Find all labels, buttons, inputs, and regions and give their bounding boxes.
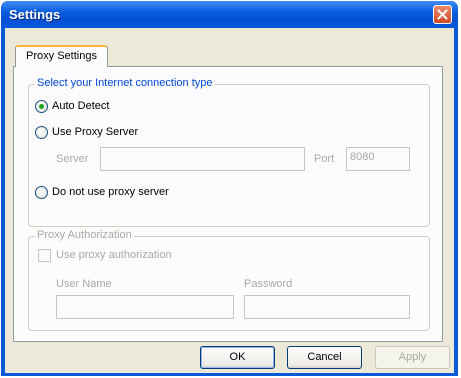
connection-type-legend: Select your Internet connection type [35,77,215,89]
tab-panel: Select your Internet connection type Aut… [13,66,443,342]
password-label: Password [244,278,293,290]
dialog-client-area: Proxy Settings Select your Internet conn… [5,28,454,373]
cancel-button[interactable]: Cancel [287,346,362,369]
username-input[interactable] [56,295,234,319]
server-input[interactable] [100,147,305,171]
title-bar[interactable]: Settings [1,1,458,28]
window-title: Settings [9,7,61,22]
proxy-authorization-legend: Proxy Authorization [35,229,134,241]
connection-type-group: Select your Internet connection type Aut… [28,77,430,227]
server-label: Server [56,153,89,165]
no-proxy-label[interactable]: Do not use proxy server [52,186,169,198]
port-input[interactable]: 8080 [346,147,410,171]
use-auth-label[interactable]: Use proxy authorization [56,249,172,261]
use-auth-checkbox[interactable] [38,249,51,262]
port-label: Port [314,153,335,165]
ok-button[interactable]: OK [200,346,275,369]
settings-window: Settings Proxy Settings Select your Inte… [1,1,458,376]
apply-button[interactable]: Apply [375,346,450,369]
username-label: User Name [56,278,112,290]
password-input[interactable] [244,295,410,319]
use-proxy-label[interactable]: Use Proxy Server [52,126,138,138]
proxy-authorization-group: Proxy Authorization Use proxy authorizat… [28,229,430,331]
auto-detect-radio[interactable] [35,100,48,113]
auto-detect-label[interactable]: Auto Detect [52,100,109,112]
no-proxy-radio[interactable] [35,186,48,199]
tab-proxy-settings[interactable]: Proxy Settings [15,45,108,67]
use-proxy-radio[interactable] [35,126,48,139]
close-button[interactable] [433,5,452,24]
close-icon [437,9,448,20]
